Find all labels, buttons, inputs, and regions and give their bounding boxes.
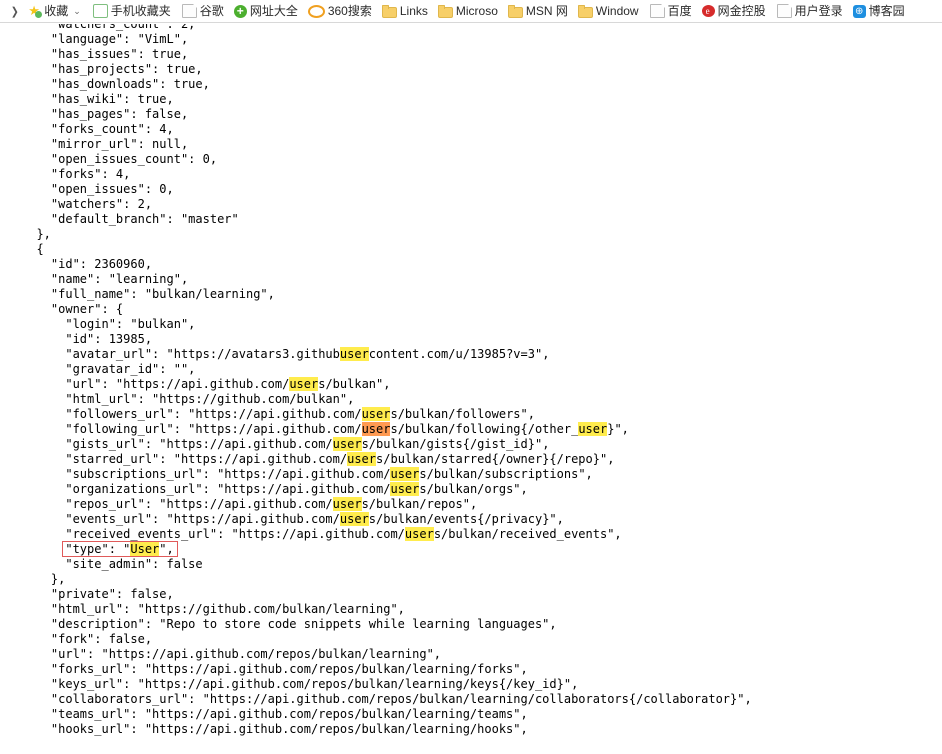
folder-icon <box>381 4 397 18</box>
bookmark-item[interactable]: 博客园 <box>848 2 910 21</box>
orange-ring-icon <box>307 5 325 18</box>
folder-icon <box>577 4 593 18</box>
bookmark-item-label: Microso <box>455 3 498 18</box>
green-plus-circle-icon <box>233 4 247 18</box>
bookmark-item-label: 网金控股 <box>717 3 766 18</box>
page-icon <box>181 4 197 18</box>
bookmark-item-label: 收藏 <box>44 3 69 18</box>
folder-icon <box>437 4 453 18</box>
bookmark-item[interactable]: 手机收藏夹 <box>86 2 176 21</box>
star-favorites-icon <box>28 4 43 18</box>
red-e-circle-icon <box>701 5 715 17</box>
phone-bookmarks-icon <box>92 4 108 18</box>
bookmark-item[interactable]: MSN 网 <box>503 2 573 21</box>
page-icon <box>649 4 665 18</box>
blog-icon <box>852 4 866 18</box>
bookmark-item[interactable]: 谷歌 <box>176 2 229 21</box>
bookmark-item[interactable]: 网址大全 <box>229 2 303 21</box>
bookmark-item-label: 谷歌 <box>199 3 224 18</box>
bookmark-item[interactable]: 百度 <box>644 2 697 21</box>
bookmark-item-label: 博客园 <box>868 3 905 18</box>
bookmark-item[interactable]: Links <box>377 2 433 21</box>
chevron-down-icon[interactable]: ⌄ <box>73 6 81 17</box>
bookmark-item-label: 用户登录 <box>794 3 843 18</box>
bookmark-item-label: Links <box>399 3 428 18</box>
bookmark-item-label: 百度 <box>667 3 692 18</box>
bookmark-item[interactable]: 网金控股 <box>697 2 771 21</box>
bookmark-item[interactable]: 收藏 ⌄ <box>23 2 86 21</box>
bookmark-item-label: MSN 网 <box>525 3 568 18</box>
bookmark-item[interactable]: Window <box>573 2 644 21</box>
bookmark-bar: ❯ 收藏 ⌄ 手机收藏夹 谷歌 网址大全 360搜索 Links Microso MSN 网 Wi… <box>0 0 942 23</box>
bookmarks-overflow-chevron-icon[interactable]: ❯ <box>9 5 22 18</box>
bookmark-item[interactable]: 360搜索 <box>303 2 377 21</box>
bookmark-item[interactable]: Microso <box>433 2 503 21</box>
folder-icon <box>507 4 523 18</box>
bookmark-item[interactable]: 用户登录 <box>771 2 848 21</box>
bookmark-item-label: 360搜索 <box>327 3 372 18</box>
json-text-viewport[interactable]: "watchers_count": 2, "language": "VimL",… <box>0 24 942 754</box>
json-raw-text: "watchers_count": 2, "language": "VimL",… <box>36 24 752 736</box>
bookmark-item-label: 网址大全 <box>249 3 298 18</box>
bookmark-item-label: 手机收藏夹 <box>110 3 171 18</box>
page-icon <box>776 4 792 18</box>
bookmark-item-label: Window <box>595 3 639 18</box>
